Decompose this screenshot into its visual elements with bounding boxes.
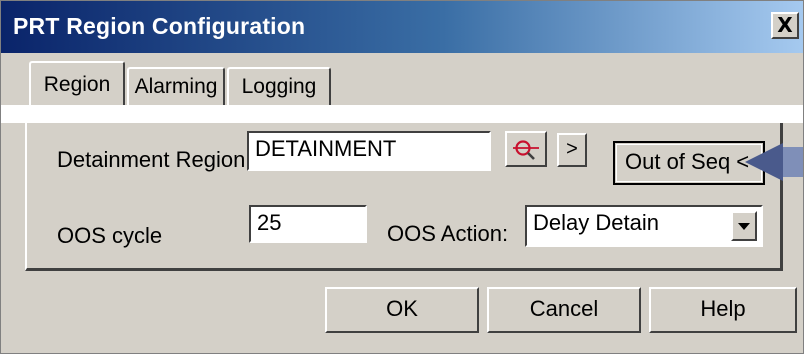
- tab-logging-label: Logging: [241, 75, 317, 98]
- oos-action-value: Delay Detain: [533, 210, 659, 235]
- oos-cycle-input[interactable]: 25: [249, 205, 367, 243]
- oos-action-label: OOS Action:: [387, 221, 509, 246]
- tab-divider: [1, 105, 803, 123]
- help-button-label: Help: [700, 296, 746, 321]
- oos-action-dropdown-button[interactable]: [731, 211, 757, 241]
- oos-cycle-value: 25: [257, 210, 282, 235]
- close-button[interactable]: X: [771, 12, 799, 39]
- close-icon: X: [777, 13, 793, 37]
- tab-alarming[interactable]: Alarming: [127, 67, 225, 105]
- next-button-label: >: [566, 138, 578, 160]
- ok-button[interactable]: OK: [325, 287, 479, 333]
- detainment-region-input[interactable]: DETAINMENT: [247, 131, 491, 171]
- tab-region-label: Region: [43, 73, 111, 96]
- cancel-button[interactable]: Cancel: [487, 287, 641, 333]
- tab-logging[interactable]: Logging: [227, 67, 331, 105]
- tab-region[interactable]: Region: [29, 61, 125, 105]
- next-button[interactable]: >: [557, 133, 587, 167]
- window-title: PRT Region Configuration: [13, 13, 306, 39]
- title-bar: PRT Region Configuration X: [1, 1, 803, 53]
- chevron-down-icon: [738, 223, 750, 230]
- pointer-arrow-icon: [745, 143, 803, 181]
- ok-button-label: OK: [386, 296, 418, 321]
- oos-cycle-label: OOS cycle: [57, 223, 163, 248]
- cancel-button-label: Cancel: [529, 296, 599, 321]
- detainment-region-value: DETAINMENT: [255, 136, 397, 161]
- out-of-seq-button-label: Out of Seq <<: [625, 149, 762, 174]
- tab-alarming-label: Alarming: [134, 75, 218, 98]
- oos-action-select[interactable]: Delay Detain: [525, 205, 763, 247]
- lookup-button[interactable]: [505, 131, 547, 167]
- prt-region-configuration-dialog: PRT Region Configuration X Region Alarmi…: [0, 0, 804, 354]
- detainment-region-label: Detainment Region:: [57, 147, 252, 172]
- magnifier-icon: [513, 140, 539, 160]
- help-button[interactable]: Help: [649, 287, 797, 333]
